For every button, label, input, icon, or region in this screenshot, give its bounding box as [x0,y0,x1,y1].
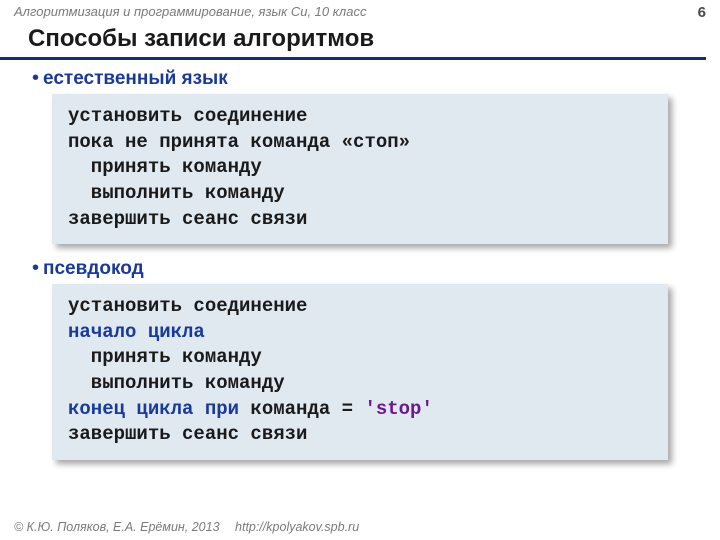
header: Алгоритмизация и программирование, язык … [0,0,720,23]
bullet-icon: • [32,258,39,278]
section-natural-language: • естественный язык [0,68,720,90]
page-title: Способы записи алгоритмов [0,23,706,60]
copyright: © К.Ю. Поляков, Е.А. Ерёмин, 2013 [14,520,220,534]
code-line: завершить сеанс связи [68,208,307,230]
footer: © К.Ю. Поляков, Е.А. Ерёмин, 2013 http:/… [14,520,359,534]
code-line: завершить сеанс связи [68,423,307,445]
code-line: принять команду [68,156,262,178]
code-line: пока не принята команда «стоп» [68,131,410,153]
code-text: команда = [239,398,364,420]
course-label: Алгоритмизация и программирование, язык … [14,4,366,21]
bullet-icon: • [32,68,39,88]
footer-url: http://kpolyakov.spb.ru [235,520,359,534]
section-label: естественный язык [43,68,228,90]
code-line: принять команду [68,346,262,368]
keyword: начало цикла [68,321,205,343]
string-literal: 'stop' [364,398,432,420]
code-line: выполнить команду [68,182,285,204]
code-line: установить соединение [68,105,307,127]
keyword: конец цикла при [68,398,239,420]
section-label: псевдокод [43,258,144,280]
page-number: 6 [698,4,706,21]
code-line: выполнить команду [68,372,285,394]
code-box-pseudo: установить соединение начало цикла приня… [52,284,668,460]
code-line: установить соединение [68,295,307,317]
section-pseudocode: • псевдокод [0,258,720,280]
code-box-natural: установить соединение пока не принята ко… [52,94,668,244]
